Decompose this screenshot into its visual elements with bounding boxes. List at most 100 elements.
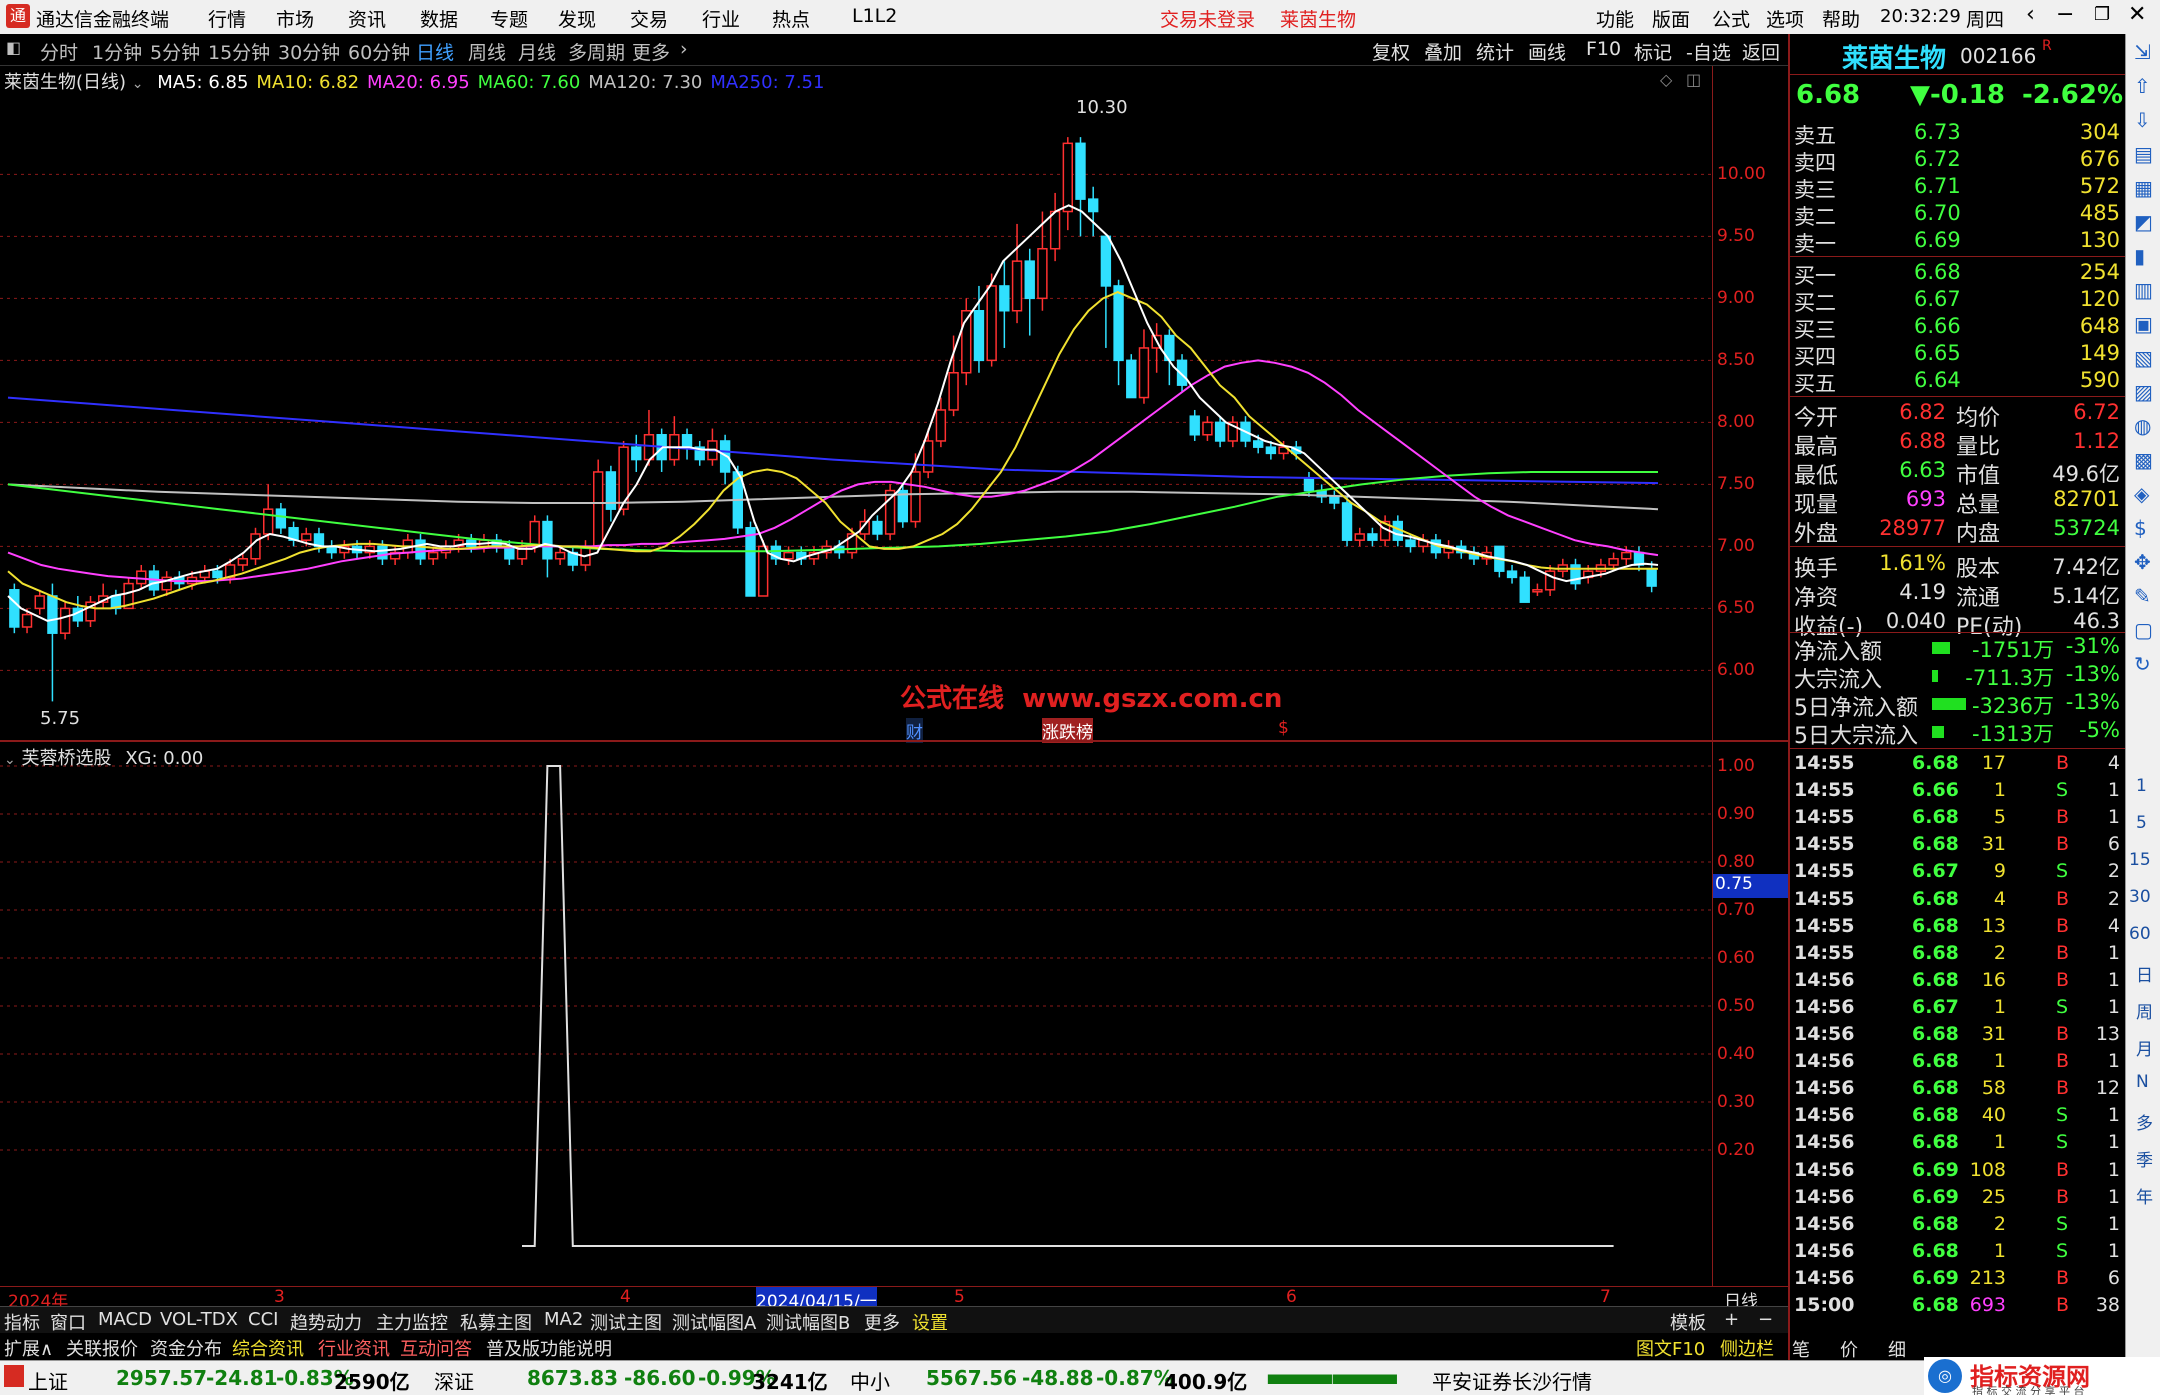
more-chevron-icon[interactable]: › (680, 38, 688, 60)
back-icon[interactable]: ‹ (2026, 2, 2035, 27)
close-icon[interactable]: ✕ (2128, 2, 2146, 27)
chevron-down-icon[interactable]: ⌄ (132, 76, 144, 92)
bottom-tab-5[interactable]: 互动问答 (400, 1335, 472, 1361)
bottom-tab-3[interactable]: 综合资讯 (232, 1335, 304, 1361)
period-shortcut-0[interactable]: 1 (2136, 776, 2147, 796)
bottom-tab-0[interactable]: 扩展∧ (4, 1335, 53, 1361)
right-menu-4[interactable]: 帮助 (1822, 5, 1860, 32)
period-tab-4[interactable]: 30分钟 (278, 38, 340, 65)
period-tab-3[interactable]: 15分钟 (208, 38, 270, 65)
menu-4[interactable]: 专题 (490, 5, 528, 32)
menu-0[interactable]: 行情 (208, 5, 246, 32)
period-shortcut-7[interactable]: 月 (2136, 1035, 2153, 1060)
chart-tool-6[interactable]: -自选 (1686, 38, 1731, 65)
indicator-tab-7[interactable]: 私募主图 (460, 1309, 532, 1335)
ask-row[interactable]: 卖五 6.73 304 (1794, 120, 2124, 148)
period-tab-10[interactable]: 更多 (632, 38, 670, 65)
indicator-tab-13[interactable]: 设置 (912, 1309, 948, 1335)
indicator-tab-11[interactable]: 测试幅图B (766, 1309, 850, 1335)
right-menu-2[interactable]: 公式 (1712, 5, 1750, 32)
indicator-tab-2[interactable]: MACD (98, 1309, 152, 1330)
menu-9[interactable]: L1L2 (852, 5, 897, 27)
period-tab-6[interactable]: 日线 (416, 38, 454, 65)
grid-icon[interactable]: ▧ (2134, 346, 2153, 370)
indicator-chart[interactable]: ⌄ 芙蓉桥选股 XG: 0.00 (0, 742, 1712, 1286)
chart-icon[interactable]: ◩ (2134, 210, 2153, 234)
indicator-tab-12[interactable]: 更多 (864, 1309, 900, 1335)
chevron-down-icon[interactable]: ⌄ (4, 752, 16, 768)
login-status[interactable]: 交易未登录 (1160, 5, 1255, 32)
shrink-icon[interactable]: ⇲ (2134, 40, 2151, 64)
menu-3[interactable]: 数据 (420, 5, 458, 32)
index-name[interactable]: 中小 (850, 1366, 890, 1395)
menu-2[interactable]: 资讯 (348, 5, 386, 32)
indicator-tab-3[interactable]: VOL-TDX (160, 1309, 238, 1330)
restore-icon[interactable]: ❐ (2094, 4, 2110, 25)
bottom-tab-2[interactable]: 资金分布 (150, 1335, 222, 1361)
bid-row[interactable]: 买二 6.67 120 (1794, 287, 2124, 315)
panel-toggle-icon[interactable]: ◧ (6, 38, 21, 57)
bottom-tab-1[interactable]: 关联报价 (66, 1335, 138, 1361)
period-shortcut-3[interactable]: 30 (2129, 887, 2151, 907)
right-menu-3[interactable]: 选项 (1766, 5, 1804, 32)
indicator-tab-5[interactable]: 趋势动力 (290, 1309, 362, 1335)
period-shortcut-5[interactable]: 日 (2136, 961, 2153, 986)
menu-7[interactable]: 行业 (702, 5, 740, 32)
bid-row[interactable]: 买四 6.65 149 (1794, 341, 2124, 369)
template-tab-0[interactable]: 模板 (1670, 1309, 1706, 1335)
template-tab-1[interactable]: + (1724, 1309, 1739, 1330)
period-tab-1[interactable]: 1分钟 (92, 38, 142, 65)
chart-tool-7[interactable]: 返回 (1742, 38, 1780, 65)
move-icon[interactable]: ✥ (2134, 550, 2151, 574)
ask-row[interactable]: 卖一 6.69 130 (1794, 228, 2124, 256)
diamond-icon[interactable]: ◇ (1660, 70, 1672, 89)
pen-icon[interactable]: ✎ (2134, 584, 2151, 608)
chart-tool-3[interactable]: 画线 (1528, 38, 1566, 65)
right-menu-0[interactable]: 功能 (1596, 5, 1634, 32)
tick-view-tab-1[interactable]: 价 (1840, 1336, 1858, 1362)
period-tab-2[interactable]: 5分钟 (150, 38, 200, 65)
chart-tool-0[interactable]: 复权 (1372, 38, 1410, 65)
indicator-tab-9[interactable]: 测试主图 (590, 1309, 662, 1335)
period-tab-0[interactable]: 分时 (40, 38, 78, 65)
period-shortcut-10[interactable]: 季 (2136, 1146, 2153, 1171)
menu-5[interactable]: 发现 (558, 5, 596, 32)
layout-icon[interactable]: ◫ (1686, 70, 1701, 89)
list-icon[interactable]: ▥ (2134, 278, 2153, 302)
minimize-icon[interactable]: − (2056, 2, 2074, 27)
tick-view-tab-0[interactable]: 笔 (1792, 1336, 1810, 1362)
bottom-right-link-0[interactable]: 图文F10 (1636, 1335, 1705, 1361)
period-shortcut-11[interactable]: 年 (2136, 1183, 2153, 1208)
money-icon[interactable]: $ (2134, 516, 2147, 540)
indicator-tab-6[interactable]: 主力监控 (376, 1309, 448, 1335)
bid-row[interactable]: 买三 6.66 648 (1794, 314, 2124, 342)
template-tab-2[interactable]: − (1758, 1309, 1773, 1330)
down-arrow-icon[interactable]: ⇩ (2134, 108, 2151, 132)
indicator-tab-8[interactable]: MA2 (544, 1309, 583, 1330)
menu-6[interactable]: 交易 (630, 5, 668, 32)
period-shortcut-1[interactable]: 5 (2136, 813, 2147, 833)
kline-chart[interactable]: 莱茵生物(日线) ⌄ MA5: 6.85 MA10: 6.82 MA20: 6.95… (0, 66, 1712, 743)
menu-8[interactable]: 热点 (772, 5, 810, 32)
dollar-marker[interactable]: $ (1278, 718, 1289, 738)
period-shortcut-8[interactable]: N (2136, 1072, 2149, 1092)
refresh-icon[interactable]: ↻ (2134, 652, 2151, 676)
ask-row[interactable]: 卖三 6.71 572 (1794, 174, 2124, 202)
f10-icon[interactable]: ▨ (2134, 380, 2153, 404)
ask-row[interactable]: 卖二 6.70 485 (1794, 201, 2124, 229)
tick-view-tab-2[interactable]: 细 (1888, 1336, 1906, 1362)
period-tab-8[interactable]: 月线 (518, 38, 556, 65)
vol-icon[interactable]: ▩ (2134, 448, 2153, 472)
candle-icon[interactable]: ▮ (2134, 244, 2145, 268)
period-shortcut-4[interactable]: 60 (2129, 924, 2151, 944)
fs-icon[interactable]: ▢ (2134, 618, 2153, 642)
chart-tool-1[interactable]: 叠加 (1424, 38, 1462, 65)
indicator-tab-10[interactable]: 测试幅图A (672, 1309, 756, 1335)
rsi-icon[interactable]: ◈ (2134, 482, 2149, 506)
finance-icon[interactable]: ▣ (2134, 312, 2153, 336)
period-tab-5[interactable]: 60分钟 (348, 38, 410, 65)
period-tab-7[interactable]: 周线 (468, 38, 506, 65)
search-icon[interactable]: ◍ (2134, 414, 2151, 438)
right-menu-1[interactable]: 版面 (1652, 5, 1690, 32)
menu-1[interactable]: 市场 (276, 5, 314, 32)
